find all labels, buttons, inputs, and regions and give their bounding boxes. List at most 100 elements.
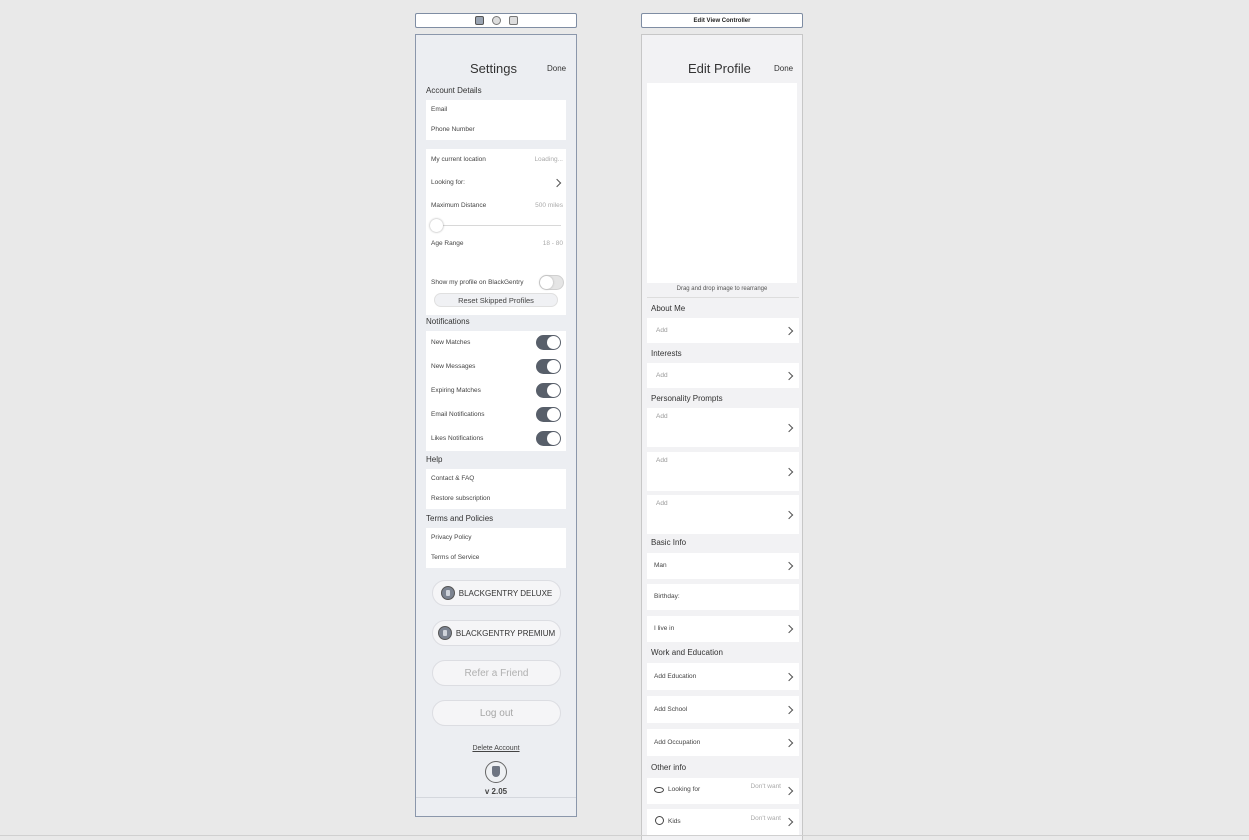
terms-of-service-row[interactable]: Terms of Service (431, 554, 479, 561)
section-help: Help (426, 455, 443, 464)
section-terms: Terms and Policies (426, 514, 494, 523)
new-matches-toggle[interactable] (536, 335, 561, 350)
account-card: Email Phone Number (426, 100, 566, 140)
slider-thumb[interactable] (430, 219, 443, 232)
occupation-row[interactable]: Add Occupation (647, 729, 799, 756)
canvas-divider (0, 835, 1249, 836)
divider (647, 297, 799, 298)
school-label: Add School (654, 706, 688, 713)
prompt-placeholder: Add (656, 457, 668, 464)
about-me-row[interactable]: Add (647, 318, 799, 343)
prompt-row[interactable]: Add (647, 452, 799, 491)
logo-icon (485, 761, 507, 783)
privacy-policy-row[interactable]: Privacy Policy (431, 534, 471, 541)
live-in-label: I live in (654, 625, 675, 632)
looking-for-row[interactable]: Looking for: (431, 179, 465, 186)
section-personality-prompts: Personality Prompts (651, 394, 723, 403)
likes-notifications-toggle[interactable] (536, 431, 561, 446)
crest-icon (437, 626, 452, 640)
refer-label: Refer a Friend (464, 667, 529, 679)
reset-skipped-label: Reset Skipped Profiles (458, 296, 534, 305)
birthday-label: Birthday: (654, 593, 680, 600)
education-label: Add Education (654, 673, 697, 680)
contact-faq-row[interactable]: Contact & FAQ (431, 475, 474, 482)
chevron-right-icon (784, 672, 794, 682)
notif-row-label: New Matches (431, 339, 471, 346)
school-row[interactable]: Add School (647, 696, 799, 723)
logout-button[interactable]: Log out (432, 700, 561, 726)
live-in-row[interactable]: I live in (647, 616, 799, 642)
prompt-row[interactable]: Add (647, 495, 799, 534)
help-card: Contact & FAQ Restore subscription (426, 469, 566, 509)
gender-row[interactable]: Man (647, 553, 799, 579)
settings-scene-bar[interactable] (415, 13, 577, 28)
birthday-row[interactable]: Birthday: (647, 584, 799, 610)
prompt-placeholder: Add (656, 413, 668, 420)
prompt-row[interactable]: Add (647, 408, 799, 447)
chevron-right-icon (784, 561, 794, 571)
terms-card: Privacy Policy Terms of Service (426, 528, 566, 568)
baby-icon (655, 816, 664, 825)
email-row[interactable]: Email (431, 106, 447, 113)
refer-friend-button[interactable]: Refer a Friend (432, 660, 561, 686)
looking-for-row[interactable]: Looking for Don't want (647, 778, 799, 804)
section-about-me: About Me (651, 304, 686, 313)
notifications-card: New Matches New Messages Expiring Matche… (426, 331, 566, 451)
phone-row[interactable]: Phone Number (431, 126, 475, 133)
exit-icon[interactable] (508, 16, 518, 25)
kids-row[interactable]: Kids Don't want (647, 809, 799, 835)
notif-row-label: New Messages (431, 363, 476, 370)
chevron-right-icon (552, 178, 562, 188)
photo-grid[interactable] (647, 83, 797, 283)
delete-account-link[interactable]: Delete Account (416, 745, 576, 752)
section-account-details: Account Details (426, 86, 482, 95)
section-work-education: Work and Education (651, 648, 723, 657)
chevron-right-icon (784, 371, 794, 381)
prompt-placeholder: Add (656, 500, 668, 507)
chevron-right-icon (784, 786, 794, 796)
version-label: v 2.05 (484, 787, 508, 796)
edit-scene-bar[interactable]: Edit View Controller (641, 13, 803, 28)
edit-profile-screen: Edit Profile Done Drag and drop image to… (641, 34, 803, 840)
photo-hint: Drag and drop image to rearrange (676, 286, 768, 292)
premium-label: BLACKGENTRY PREMIUM (455, 628, 556, 638)
interests-placeholder: Add (656, 372, 668, 379)
gender-value: Man (654, 562, 667, 569)
section-interests: Interests (651, 349, 682, 358)
expiring-matches-toggle[interactable] (536, 383, 561, 398)
max-distance-value: 500 miles (535, 202, 563, 209)
max-distance-label: Maximum Distance (431, 202, 487, 209)
view-controller-icon[interactable] (474, 16, 484, 25)
show-profile-toggle[interactable] (539, 275, 564, 290)
education-row[interactable]: Add Education (647, 663, 799, 690)
done-button[interactable]: Done (547, 64, 566, 73)
age-range-value: 18 - 80 (542, 240, 563, 247)
email-notifications-toggle[interactable] (536, 407, 561, 422)
age-range-label: Age Range (431, 240, 464, 247)
scene-title: Edit View Controller (693, 17, 751, 24)
interests-row[interactable]: Add (647, 363, 799, 388)
chevron-right-icon (784, 738, 794, 748)
reset-skipped-button[interactable]: Reset Skipped Profiles (434, 293, 558, 307)
restore-subscription-row[interactable]: Restore subscription (431, 495, 490, 502)
chevron-right-icon (784, 423, 794, 433)
occupation-label: Add Occupation (654, 739, 701, 746)
deluxe-button[interactable]: BLACKGENTRY DELUXE (432, 580, 561, 606)
chevron-right-icon (784, 326, 794, 336)
first-responder-icon[interactable] (491, 16, 501, 25)
settings-screen: Settings Done Account Details Email Phon… (415, 34, 577, 817)
chevron-right-icon (784, 624, 794, 634)
new-messages-toggle[interactable] (536, 359, 561, 374)
chevron-right-icon (784, 467, 794, 477)
distance-slider[interactable] (430, 219, 561, 232)
premium-button[interactable]: BLACKGENTRY PREMIUM (432, 620, 561, 646)
kids-value: Don't want (750, 815, 781, 822)
done-button[interactable]: Done (774, 64, 793, 73)
chevron-right-icon (784, 510, 794, 520)
page-title: Edit Profile (688, 61, 751, 76)
chevron-right-icon (784, 817, 794, 827)
location-value: Loading... (534, 156, 563, 163)
about-me-placeholder: Add (656, 327, 668, 334)
deluxe-label: BLACKGENTRY DELUXE (458, 588, 553, 598)
section-other-info: Other info (651, 763, 687, 772)
